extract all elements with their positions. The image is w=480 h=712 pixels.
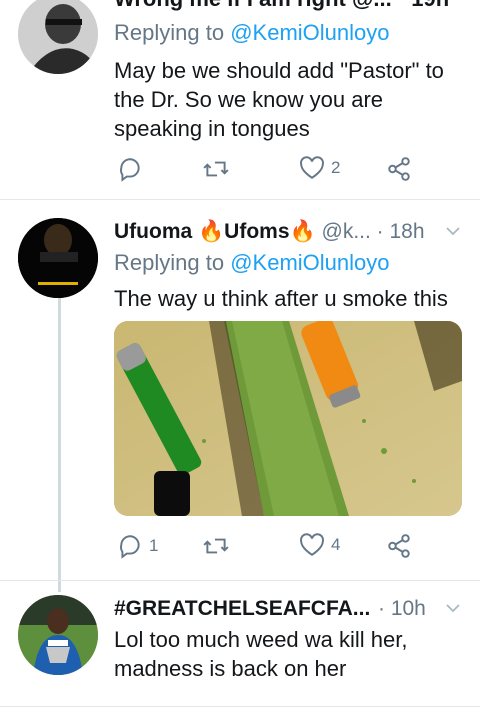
avatar[interactable]	[18, 595, 98, 675]
like-count: 4	[331, 535, 341, 554]
tweet-text: The way u think after u smoke this	[114, 286, 448, 311]
tweet-header: Ufuoma 🔥Ufoms🔥 @k... · 18h	[114, 220, 425, 244]
tweet-actions: 2	[114, 156, 444, 186]
tweet-header-clipped: Wrong me if I am right @... · 19h	[114, 0, 449, 12]
tweet-actions: 1 4	[114, 533, 444, 563]
display-name[interactable]: Ufuoma 🔥Ufoms🔥	[114, 220, 316, 243]
like-count: 2	[331, 158, 341, 177]
tweet-3[interactable]: #GREATCHELSEAFCFA... · 10h Lol too much …	[0, 581, 480, 712]
like-button[interactable]: 2	[299, 156, 340, 180]
reply-button[interactable]: 1	[117, 533, 158, 559]
tweet-text: May be we should add "Pastor" to the Dr.…	[114, 58, 444, 141]
share-button[interactable]	[386, 156, 412, 182]
tweet-text: Lol too much weed wa kill her, madness i…	[114, 627, 408, 681]
mention-link[interactable]: @KemiOlunloyo	[230, 20, 389, 45]
like-icon	[300, 533, 324, 556]
timestamp[interactable]: · 10h	[378, 597, 426, 621]
chevron-down-icon[interactable]	[446, 224, 460, 238]
tweet-header: #GREATCHELSEAFCFA...	[114, 597, 370, 621]
avatar[interactable]	[18, 0, 98, 74]
tweet-1[interactable]: Wrong me if I am right @... · 19h Replyi…	[0, 0, 480, 199]
like-icon	[300, 156, 324, 179]
retweet-icon	[203, 538, 229, 554]
replying-to-label: Replying to	[114, 250, 225, 275]
flame-icon: 🔥	[198, 220, 225, 243]
flame-icon: 🔥	[289, 220, 316, 243]
reply-button[interactable]	[117, 156, 149, 182]
divider	[0, 706, 480, 707]
reply-icon	[120, 535, 140, 559]
retweet-button[interactable]	[202, 156, 236, 182]
mention-link[interactable]: @KemiOlunloyo	[230, 250, 389, 275]
replying-to: Replying to @KemiOlunloyo	[114, 250, 390, 276]
tweet-photo[interactable]	[114, 321, 462, 516]
replying-to: Replying to @KemiOlunloyo	[114, 20, 390, 46]
share-button[interactable]	[386, 533, 412, 559]
avatar[interactable]	[18, 218, 98, 298]
display-name[interactable]: #GREATCHELSEAFCFA...	[114, 597, 370, 620]
user-handle[interactable]: @k...	[322, 220, 371, 243]
share-icon	[388, 157, 410, 181]
share-icon	[388, 534, 410, 558]
retweet-icon	[203, 161, 229, 177]
reply-icon	[120, 158, 140, 182]
timestamp[interactable]: · 18h	[377, 220, 425, 243]
reply-count: 1	[149, 536, 159, 555]
chevron-down-icon[interactable]	[446, 601, 460, 615]
like-button[interactable]: 4	[299, 533, 340, 557]
retweet-button[interactable]	[202, 533, 236, 559]
replying-to-label: Replying to	[114, 20, 225, 45]
